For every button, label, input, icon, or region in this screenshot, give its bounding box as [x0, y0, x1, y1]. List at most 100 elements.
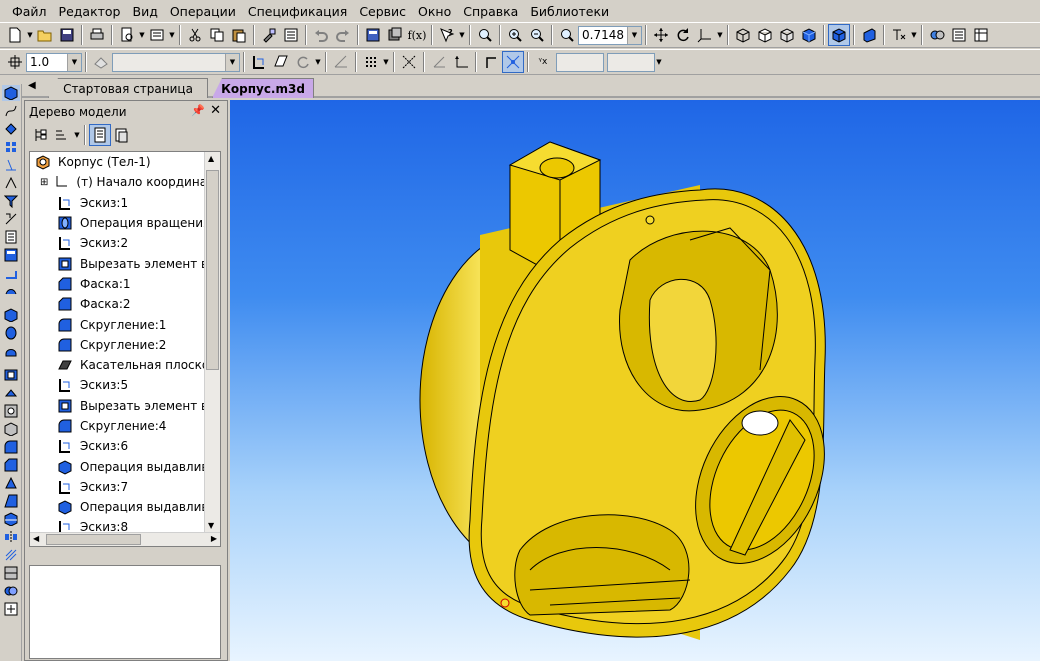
tool-cut-revolve-button[interactable] [2, 385, 20, 401]
tree-page-button[interactable] [111, 124, 133, 146]
compact-report-button[interactable] [2, 247, 20, 263]
compact-filter-button[interactable] [2, 193, 20, 209]
menu-view[interactable]: Вид [127, 4, 164, 19]
grid-dropdown[interactable]: ▼ [382, 51, 390, 73]
tool-slope-button[interactable] [2, 493, 20, 509]
fx-button[interactable]: f(x) [406, 24, 428, 46]
coord-field-1[interactable] [556, 52, 604, 72]
coord-field-2[interactable] [607, 52, 655, 72]
tool-thread-button[interactable] [2, 547, 20, 563]
tree-item[interactable]: Операция вращения: [30, 213, 220, 233]
tree-item[interactable]: Фаска:2 [30, 294, 220, 314]
close-icon[interactable]: ✕ [210, 103, 221, 118]
compact-measure-button[interactable] [2, 211, 20, 227]
menu-service[interactable]: Сервис [353, 4, 412, 19]
tool-section-button[interactable] [2, 511, 20, 527]
copy-button[interactable] [206, 24, 228, 46]
manager-dropdown[interactable]: ▼ [168, 24, 176, 46]
tree-item[interactable]: Вырезать элемент вр [30, 253, 220, 273]
menu-help[interactable]: Справка [457, 4, 524, 19]
tree-item[interactable]: Операция выдавлива [30, 456, 220, 476]
ortho-button[interactable] [330, 51, 352, 73]
tool-chamfer-button[interactable] [2, 457, 20, 473]
hidden-lines-button[interactable] [754, 24, 776, 46]
tree-item[interactable]: Операция выдавлива [30, 497, 220, 517]
format-brush-button[interactable] [258, 24, 280, 46]
rotate-button[interactable] [672, 24, 694, 46]
paste-button[interactable] [228, 24, 250, 46]
compact-array-button[interactable] [2, 139, 20, 155]
menu-specification[interactable]: Спецификация [242, 4, 353, 19]
tree-view-button[interactable] [89, 124, 111, 146]
help-pointer-button[interactable]: ? [436, 24, 458, 46]
tool-kinematic-button[interactable] [2, 343, 20, 359]
menu-file[interactable]: Файл [6, 4, 53, 19]
toolbar-overflow[interactable]: ▼ [655, 51, 663, 73]
compact-edit-button[interactable] [2, 85, 20, 101]
tree-item[interactable]: Скругление:4 [30, 416, 220, 436]
grid-button[interactable] [360, 51, 382, 73]
tree-item[interactable]: Эскиз:5 [30, 375, 220, 395]
tree-item[interactable]: Фаска:1 [30, 274, 220, 294]
expand-icon[interactable]: ⊞ [40, 177, 48, 188]
scroll-up-icon[interactable]: ▲ [208, 154, 214, 163]
local-cs-button[interactable] [428, 51, 450, 73]
perspective-button[interactable] [858, 24, 880, 46]
scale-combo[interactable]: 1.0 ▼ [26, 52, 82, 72]
tool-extrude-button[interactable] [2, 307, 20, 323]
cursor-button[interactable] [480, 51, 502, 73]
tool-more-button[interactable] [2, 601, 20, 617]
variables-button[interactable] [362, 24, 384, 46]
orientation-button[interactable] [694, 24, 716, 46]
report-button[interactable] [948, 24, 970, 46]
tree-item[interactable]: Эскиз:1 [30, 193, 220, 213]
undo-button[interactable] [310, 24, 332, 46]
tab-start-page[interactable]: Стартовая страница [48, 78, 208, 98]
sketch-button[interactable] [248, 51, 270, 73]
layer-button[interactable] [90, 51, 112, 73]
zoom-out-button[interactable] [526, 24, 548, 46]
recalc-dropdown[interactable]: ▼ [314, 51, 322, 73]
tool-fillet-button[interactable] [2, 439, 20, 455]
pin-icon[interactable]: 📌 [191, 104, 205, 117]
style-combo[interactable]: ▼ [112, 52, 240, 72]
tool-hole-button[interactable] [2, 403, 20, 419]
tree-item[interactable]: Касательная плоскос [30, 355, 220, 375]
shaded-button[interactable] [798, 24, 820, 46]
compact-dims-button[interactable] [2, 175, 20, 191]
compact-assembly-button[interactable] [2, 121, 20, 137]
zoom-combo[interactable]: 0.7148 ▼ [578, 25, 642, 45]
3d-viewport[interactable] [230, 100, 1040, 661]
tree-item[interactable]: ⊞ (т) Начало координат [30, 172, 220, 192]
compact-sheet-button[interactable] [2, 265, 20, 281]
tool-shell-button[interactable] [2, 421, 20, 437]
chevron-down-icon[interactable]: ▼ [225, 53, 239, 71]
scrollbar-thumb[interactable] [206, 170, 219, 370]
scroll-right-icon[interactable]: ▶ [211, 534, 217, 543]
control-dropdown[interactable]: ▼ [910, 24, 918, 46]
cs-button[interactable] [450, 51, 472, 73]
recalc-button[interactable] [292, 51, 314, 73]
tree-item[interactable]: Скругление:2 [30, 335, 220, 355]
manager-button[interactable] [146, 24, 168, 46]
parametric-button[interactable] [270, 51, 292, 73]
tool-mirror-button[interactable] [2, 529, 20, 545]
wireframe-button[interactable] [732, 24, 754, 46]
menu-window[interactable]: Окно [412, 4, 457, 19]
extra-button[interactable] [970, 24, 992, 46]
print-button[interactable] [86, 24, 108, 46]
tree-vertical-scrollbar[interactable]: ▲ ▼ [204, 152, 220, 532]
tool-revolve-button[interactable] [2, 325, 20, 341]
properties-button[interactable] [280, 24, 302, 46]
pan-button[interactable] [650, 24, 672, 46]
library-button[interactable] [384, 24, 406, 46]
tool-split-button[interactable] [2, 565, 20, 581]
tab-korpus-m3d[interactable]: Корпус.m3d [212, 78, 314, 98]
scroll-down-icon[interactable]: ▼ [208, 521, 214, 530]
spec-button[interactable] [926, 24, 948, 46]
scroll-left-icon[interactable]: ◀ [33, 534, 39, 543]
help-dropdown[interactable]: ▼ [458, 24, 466, 46]
zoom-in-button[interactable] [504, 24, 526, 46]
tool-cut-extrude-button[interactable] [2, 367, 20, 383]
compact-spec-button[interactable] [2, 229, 20, 245]
